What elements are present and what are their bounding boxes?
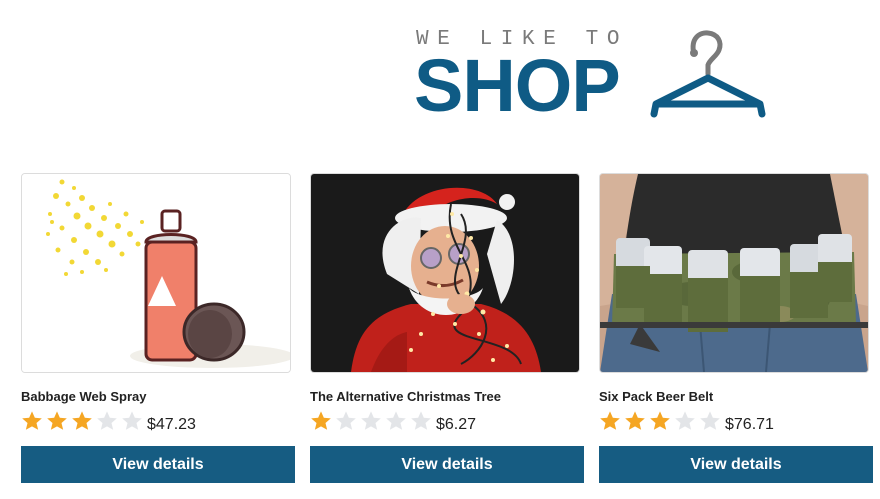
- product-price: $6.27: [436, 416, 477, 433]
- star-empty-icon: [386, 411, 406, 430]
- star-filled-icon: [600, 411, 620, 430]
- star-empty-icon: [411, 411, 431, 430]
- star-filled-icon: [72, 411, 92, 430]
- product-title[interactable]: Six Pack Beer Belt: [599, 389, 713, 404]
- product-image: [22, 174, 290, 372]
- star-filled-icon: [311, 411, 331, 430]
- product-image: [311, 174, 579, 372]
- star-empty-icon: [122, 411, 142, 430]
- star-filled-icon: [625, 411, 645, 430]
- product-card: Babbage Web Spray $47.23 View details: [21, 173, 295, 483]
- star-rating: [310, 409, 435, 433]
- spray-can-image[interactable]: [21, 173, 291, 373]
- hanger-icon: [650, 30, 766, 118]
- product-title[interactable]: The Alternative Christmas Tree: [310, 389, 501, 404]
- logo-word: SHOP: [414, 44, 621, 127]
- star-empty-icon: [97, 411, 117, 430]
- product-card: Six Pack Beer Belt $76.71 View details: [599, 173, 873, 483]
- beer-belt-image[interactable]: [599, 173, 869, 373]
- site-logo[interactable]: WE LIKE TO SHOP: [414, 26, 774, 126]
- view-details-button[interactable]: View details: [310, 446, 584, 483]
- star-rating: [599, 409, 724, 433]
- view-details-button[interactable]: View details: [599, 446, 873, 483]
- star-filled-icon: [650, 411, 670, 430]
- product-card: The Alternative Christmas Tree $6.27 Vie…: [310, 173, 584, 483]
- star-empty-icon: [361, 411, 381, 430]
- star-empty-icon: [336, 411, 356, 430]
- star-empty-icon: [675, 411, 695, 430]
- product-title[interactable]: Babbage Web Spray: [21, 389, 146, 404]
- santa-lights-image[interactable]: [310, 173, 580, 373]
- view-details-button[interactable]: View details: [21, 446, 295, 483]
- product-price: $76.71: [725, 416, 774, 433]
- product-price: $47.23: [147, 416, 196, 433]
- star-filled-icon: [22, 411, 42, 430]
- star-rating: [21, 409, 146, 433]
- star-empty-icon: [700, 411, 720, 430]
- product-image: [600, 174, 868, 372]
- star-filled-icon: [47, 411, 67, 430]
